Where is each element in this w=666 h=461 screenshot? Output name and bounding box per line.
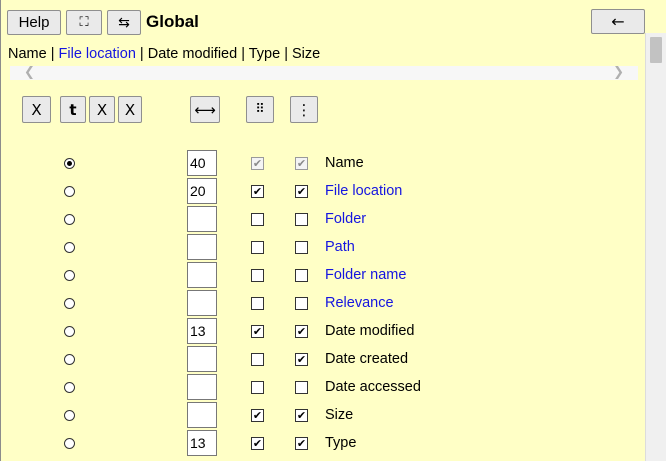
show-checkbox[interactable]: ✔: [295, 353, 308, 366]
column-name[interactable]: File location: [325, 183, 402, 199]
horizontal-scrollbar[interactable]: ❮ ❯: [10, 65, 638, 80]
column-row: 13 ✔ ✔ Type: [0, 430, 645, 458]
fullscreen-button[interactable]: ⛶: [66, 10, 102, 35]
column-width-input[interactable]: [187, 374, 217, 400]
breadcrumb-separator: |: [135, 46, 148, 62]
column-width-input[interactable]: [187, 234, 217, 260]
width-arrows-icon: ⟷: [194, 100, 216, 119]
visible-checkbox[interactable]: ✔: [251, 157, 264, 170]
visible-checkbox[interactable]: ✔: [251, 437, 264, 450]
page-title: Global: [146, 12, 199, 31]
breadcrumb-separator: |: [46, 46, 59, 62]
visible-checkbox[interactable]: [251, 241, 264, 254]
column-width-input[interactable]: 20: [187, 178, 217, 204]
row-radio[interactable]: [64, 354, 75, 365]
breadcrumb-item: Date modified: [147, 46, 238, 62]
column-name: Size: [325, 407, 354, 423]
show-checkbox[interactable]: ✔: [295, 437, 308, 450]
breadcrumb-item: Type: [248, 46, 281, 62]
more-button[interactable]: ⋮: [290, 96, 318, 123]
column-width-input[interactable]: 13: [187, 430, 217, 456]
column-name[interactable]: Path: [325, 239, 355, 255]
column-row: 40 ✔ ✔ Name: [0, 150, 645, 178]
show-checkbox[interactable]: ✔: [295, 157, 308, 170]
row-radio[interactable]: [64, 186, 75, 197]
x-button-2[interactable]: X: [89, 96, 115, 123]
column-name: Name: [325, 155, 364, 171]
column-width-input[interactable]: [187, 402, 217, 428]
column-width-input[interactable]: 13: [187, 318, 217, 344]
show-checkbox[interactable]: [295, 381, 308, 394]
vertical-scrollbar-thumb[interactable]: [650, 37, 662, 63]
column-name[interactable]: Folder: [325, 211, 366, 227]
column-width-input[interactable]: [187, 206, 217, 232]
column-row: 20 ✔ ✔ File location: [0, 178, 645, 206]
column-row: Folder: [0, 206, 645, 234]
show-checkbox[interactable]: [295, 269, 308, 282]
show-checkbox[interactable]: [295, 241, 308, 254]
column-name: Date created: [325, 351, 409, 367]
visible-checkbox[interactable]: ✔: [251, 409, 264, 422]
visible-checkbox[interactable]: [251, 353, 264, 366]
breadcrumb-item: Name: [8, 46, 47, 62]
grid-button[interactable]: ⠿: [246, 96, 274, 123]
x-button-3[interactable]: X: [118, 96, 142, 123]
breadcrumb-item: Size: [292, 46, 321, 62]
column-width-input[interactable]: 40: [187, 150, 217, 176]
row-radio[interactable]: [64, 438, 75, 449]
column-name: Date accessed: [325, 379, 421, 395]
column-row: 13 ✔ ✔ Date modified: [0, 318, 645, 346]
column-name[interactable]: Relevance: [325, 295, 394, 311]
show-checkbox[interactable]: ✔: [295, 185, 308, 198]
vertical-scrollbar[interactable]: [645, 33, 666, 461]
scroll-left-icon[interactable]: ❮: [24, 65, 35, 80]
row-radio[interactable]: [64, 410, 75, 421]
column-width-input[interactable]: [187, 346, 217, 372]
breadcrumb-item[interactable]: File location: [59, 46, 136, 62]
visible-checkbox[interactable]: [251, 297, 264, 310]
arrow-left-icon: ←: [611, 12, 625, 31]
row-radio[interactable]: [64, 242, 75, 253]
column-name[interactable]: Folder name: [325, 267, 406, 283]
show-checkbox[interactable]: ✔: [295, 409, 308, 422]
width-button[interactable]: ⟷: [190, 96, 220, 123]
visible-checkbox[interactable]: ✔: [251, 185, 264, 198]
visible-checkbox[interactable]: [251, 213, 264, 226]
row-radio[interactable]: [64, 382, 75, 393]
breadcrumb-separator: |: [280, 46, 293, 62]
row-radio[interactable]: [64, 326, 75, 337]
column-row: ✔ ✔ Size: [0, 402, 645, 430]
column-row: Relevance: [0, 290, 645, 318]
grid-dots-icon: ⠿: [255, 102, 265, 117]
back-button[interactable]: ←: [591, 9, 645, 34]
visible-checkbox[interactable]: ✔: [251, 325, 264, 338]
column-width-input[interactable]: [187, 262, 217, 288]
scroll-right-icon[interactable]: ❯: [613, 65, 624, 80]
column-name: Date modified: [325, 323, 415, 339]
visible-checkbox[interactable]: [251, 269, 264, 282]
column-row: ✔ Date created: [0, 346, 645, 374]
show-checkbox[interactable]: [295, 213, 308, 226]
row-radio[interactable]: [64, 270, 75, 281]
row-radio[interactable]: [64, 158, 75, 169]
breadcrumb-separator: |: [237, 46, 249, 62]
swap-button[interactable]: ⇆: [107, 10, 141, 35]
show-checkbox[interactable]: ✔: [295, 325, 308, 338]
vertical-dots-icon: ⋮: [296, 100, 312, 119]
row-radio[interactable]: [64, 298, 75, 309]
column-row: Path: [0, 234, 645, 262]
column-name: Type: [325, 435, 357, 451]
fullscreen-icon: ⛶: [79, 15, 89, 30]
row-radio[interactable]: [64, 214, 75, 225]
visible-checkbox[interactable]: [251, 381, 264, 394]
swap-icon: ⇆: [118, 14, 130, 31]
column-row: Folder name: [0, 262, 645, 290]
breadcrumb: Name | File location | Date modified | T…: [8, 46, 320, 62]
x-button-1[interactable]: X: [22, 96, 51, 123]
column-row: Date accessed: [0, 374, 645, 402]
column-width-input[interactable]: [187, 290, 217, 316]
help-button[interactable]: Help: [7, 10, 61, 35]
show-checkbox[interactable]: [295, 297, 308, 310]
t-button[interactable]: t: [60, 96, 86, 123]
